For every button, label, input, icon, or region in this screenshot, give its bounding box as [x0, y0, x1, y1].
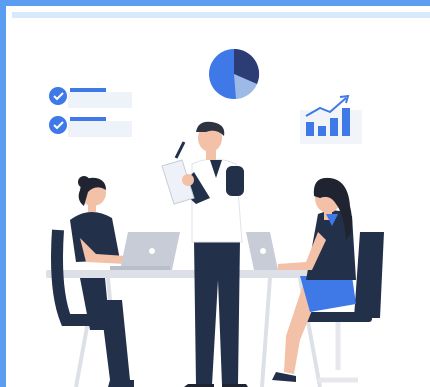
right-woman	[272, 177, 384, 383]
laptop-icon	[110, 232, 180, 270]
team-meeting-illustration	[46, 48, 384, 387]
left-woman	[51, 176, 134, 387]
bar-chart-growth-icon	[300, 94, 362, 144]
pie-chart-icon	[209, 48, 260, 99]
laptop-icon	[246, 232, 278, 270]
checklist-icon	[49, 87, 132, 137]
